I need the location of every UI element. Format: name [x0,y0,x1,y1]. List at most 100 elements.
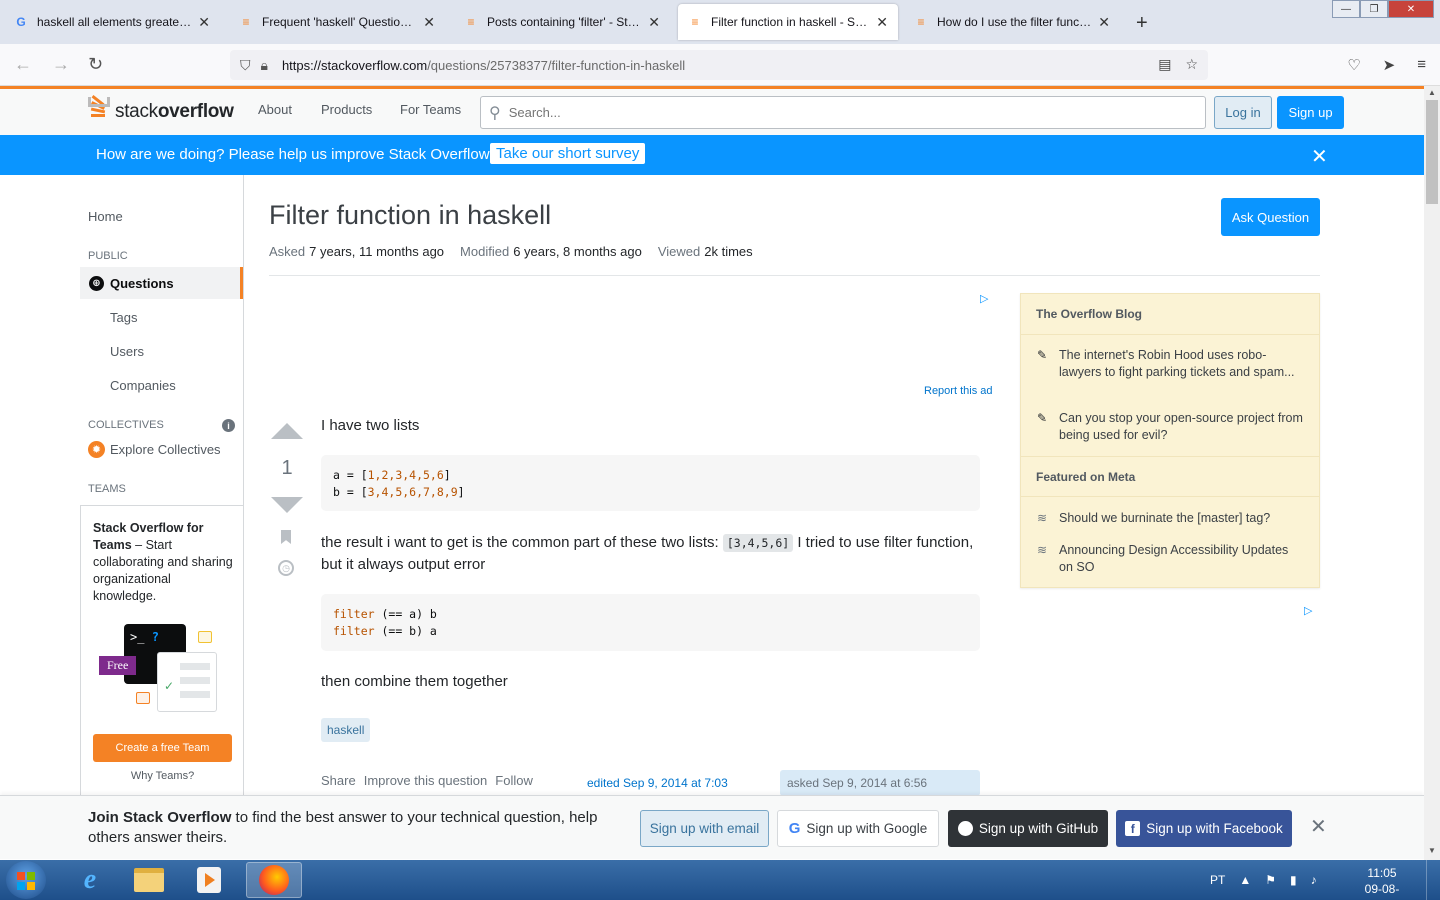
info-icon[interactable]: i [222,419,235,432]
upvote-icon[interactable] [271,423,303,439]
so-logo[interactable]: stackoverflow [88,95,234,129]
tab-close-icon[interactable]: ✕ [198,14,210,31]
sidebar-item-tags[interactable]: Tags [110,310,137,325]
browser-tab[interactable]: ≡ How do I use the filter function ✕ [904,4,1120,40]
join-bar-close-icon[interactable]: ✕ [1310,814,1327,839]
blog-link[interactable]: Can you stop your open-source project fr… [1059,410,1304,444]
extensions-icon[interactable]: ➤ [1383,56,1396,74]
page-title[interactable]: Filter function in haskell [269,200,551,231]
google-icon: G [788,820,801,837]
share-link[interactable]: Share [321,773,356,788]
tray-expand-icon[interactable]: ▲ [1239,873,1251,887]
sidebar-section-collectives: COLLECTIVES [88,419,164,431]
button-label: Sign up with Facebook [1146,821,1283,836]
tab-close-icon[interactable]: ✕ [648,14,660,31]
ad-choices-icon[interactable]: ▷ [980,292,988,305]
survey-link[interactable]: Take our short survey [490,143,646,164]
blog-link[interactable]: The internet's Robin Hood uses robo-lawy… [1059,347,1304,381]
ad-choices-icon[interactable]: ▷ [1304,604,1312,617]
edited-link[interactable]: edited Sep 9, 2014 at 7:03 [587,776,728,790]
maximize-icon[interactable]: ❐ [1360,0,1388,18]
create-team-button[interactable]: Create a free Team [93,734,232,762]
sidebar-item-companies[interactable]: Companies [110,378,176,393]
code-block: filter (== a) b filter (== b) a [321,594,980,651]
menu-icon[interactable]: ≡ [1417,56,1426,74]
url-text[interactable]: https://stackoverflow.com/questions/2573… [282,58,685,73]
internet-explorer-icon[interactable]: e [62,862,118,898]
bookmark-star-icon[interactable]: ☆ [1185,56,1198,73]
scroll-thumb[interactable] [1426,100,1438,204]
shield-icon[interactable]: ⛉ [240,57,251,74]
tag-haskell[interactable]: haskell [321,718,371,742]
tab-title: Posts containing 'filter' - Stack Overfl… [487,15,642,29]
reader-view-icon[interactable]: ▤ [1158,56,1171,73]
clock-date: 09-08-2022 [1364,882,1400,900]
language-indicator[interactable]: PT [1210,873,1225,887]
downvote-icon[interactable] [271,497,303,513]
meta-value[interactable]: 6 years, 8 months ago [513,244,642,259]
sidebar-item-users[interactable]: Users [110,344,144,359]
action-center-icon[interactable]: ⚑ [1265,873,1276,887]
new-tab-icon[interactable]: + [1136,12,1148,35]
ask-question-button[interactable]: Ask Question [1221,198,1320,236]
page-scrollbar[interactable]: ▲ ▼ [1424,86,1440,860]
address-bar[interactable]: ⛉ 🔒︎ https://stackoverflow.com/questions… [230,50,1208,80]
nav-for-teams[interactable]: For Teams [400,102,461,117]
file-explorer-icon[interactable] [121,862,177,898]
blog-header: The Overflow Blog [1021,294,1319,335]
free-badge: Free [99,656,137,675]
sidebar-item-explore-collectives[interactable]: Explore Collectives [110,442,221,457]
tab-title: haskell all elements greater than [37,15,192,29]
forward-icon[interactable]: → [52,54,70,75]
volume-icon[interactable]: ♪ [1311,873,1317,887]
follow-link[interactable]: Follow [495,773,533,788]
lock-icon[interactable]: 🔒︎ [261,57,268,74]
report-ad-link[interactable]: Report this ad [924,385,992,397]
reload-icon[interactable]: ↻ [88,54,103,75]
minimize-icon[interactable]: — [1332,0,1360,18]
show-desktop-button[interactable] [1426,860,1440,900]
scroll-up-icon[interactable]: ▲ [1428,88,1436,97]
scroll-down-icon[interactable]: ▼ [1428,846,1436,855]
start-button[interactable] [6,861,46,899]
banner-close-icon[interactable]: ✕ [1311,144,1328,169]
sidebar-item-home[interactable]: Home [88,209,123,224]
tab-close-icon[interactable]: ✕ [423,14,435,31]
sidebar-item-questions[interactable]: ⊕ Questions [80,267,243,299]
window-close-icon[interactable]: ✕ [1388,0,1434,18]
search-input[interactable] [508,105,1109,120]
code-keyword: filter [333,607,375,621]
signup-email-button[interactable]: Sign up with email [640,810,769,847]
login-button[interactable]: Log in [1214,96,1272,129]
signup-facebook-button[interactable]: f Sign up with Facebook [1116,810,1292,847]
browser-tab[interactable]: ≡ Frequent 'haskell' Questions - Page ✕ [229,4,445,40]
media-player-icon[interactable] [181,862,237,898]
meta-link[interactable]: Should we burninate the [master] tag? [1059,510,1304,527]
nav-about[interactable]: About [258,102,292,117]
firefox-icon[interactable] [246,862,302,898]
bookmark-icon[interactable] [281,530,291,544]
browser-tab[interactable]: ≡ Posts containing 'filter' - Stack Over… [454,4,670,40]
tab-close-icon[interactable]: ✕ [1098,14,1110,31]
browser-tab[interactable]: G haskell all elements greater than ✕ [4,4,220,40]
nav-products[interactable]: Products [321,102,372,117]
meta-link[interactable]: Announcing Design Accessibility Updates … [1059,542,1304,576]
join-text-bold: Join Stack Overflow [88,809,232,826]
system-clock[interactable]: 11:05 09-08-2022 [1352,865,1412,900]
improve-question-link[interactable]: Improve this question [364,773,488,788]
why-teams-link[interactable]: Why Teams? [81,770,244,782]
meta-label: Viewed [657,244,701,259]
browser-tab-active[interactable]: ≡ Filter function in haskell - Stack ✕ [678,4,898,40]
history-icon[interactable]: ◷ [278,560,294,576]
search-box: ⚲ [480,96,1206,129]
code-text: b = [ [333,485,368,499]
pocket-icon[interactable]: ♡ [1347,56,1360,74]
signup-google-button[interactable]: G Sign up with Google [777,810,939,847]
signup-button[interactable]: Sign up [1277,96,1344,129]
network-icon[interactable]: ▮ [1290,873,1297,887]
viewed-meta: Viewed 2k times [658,244,753,259]
back-icon[interactable]: ← [14,54,32,75]
signup-github-button[interactable]: Sign up with GitHub [948,810,1108,847]
tab-close-icon[interactable]: ✕ [876,14,888,31]
code-line: b = [3,4,5,6,7,8,9] [333,485,465,499]
